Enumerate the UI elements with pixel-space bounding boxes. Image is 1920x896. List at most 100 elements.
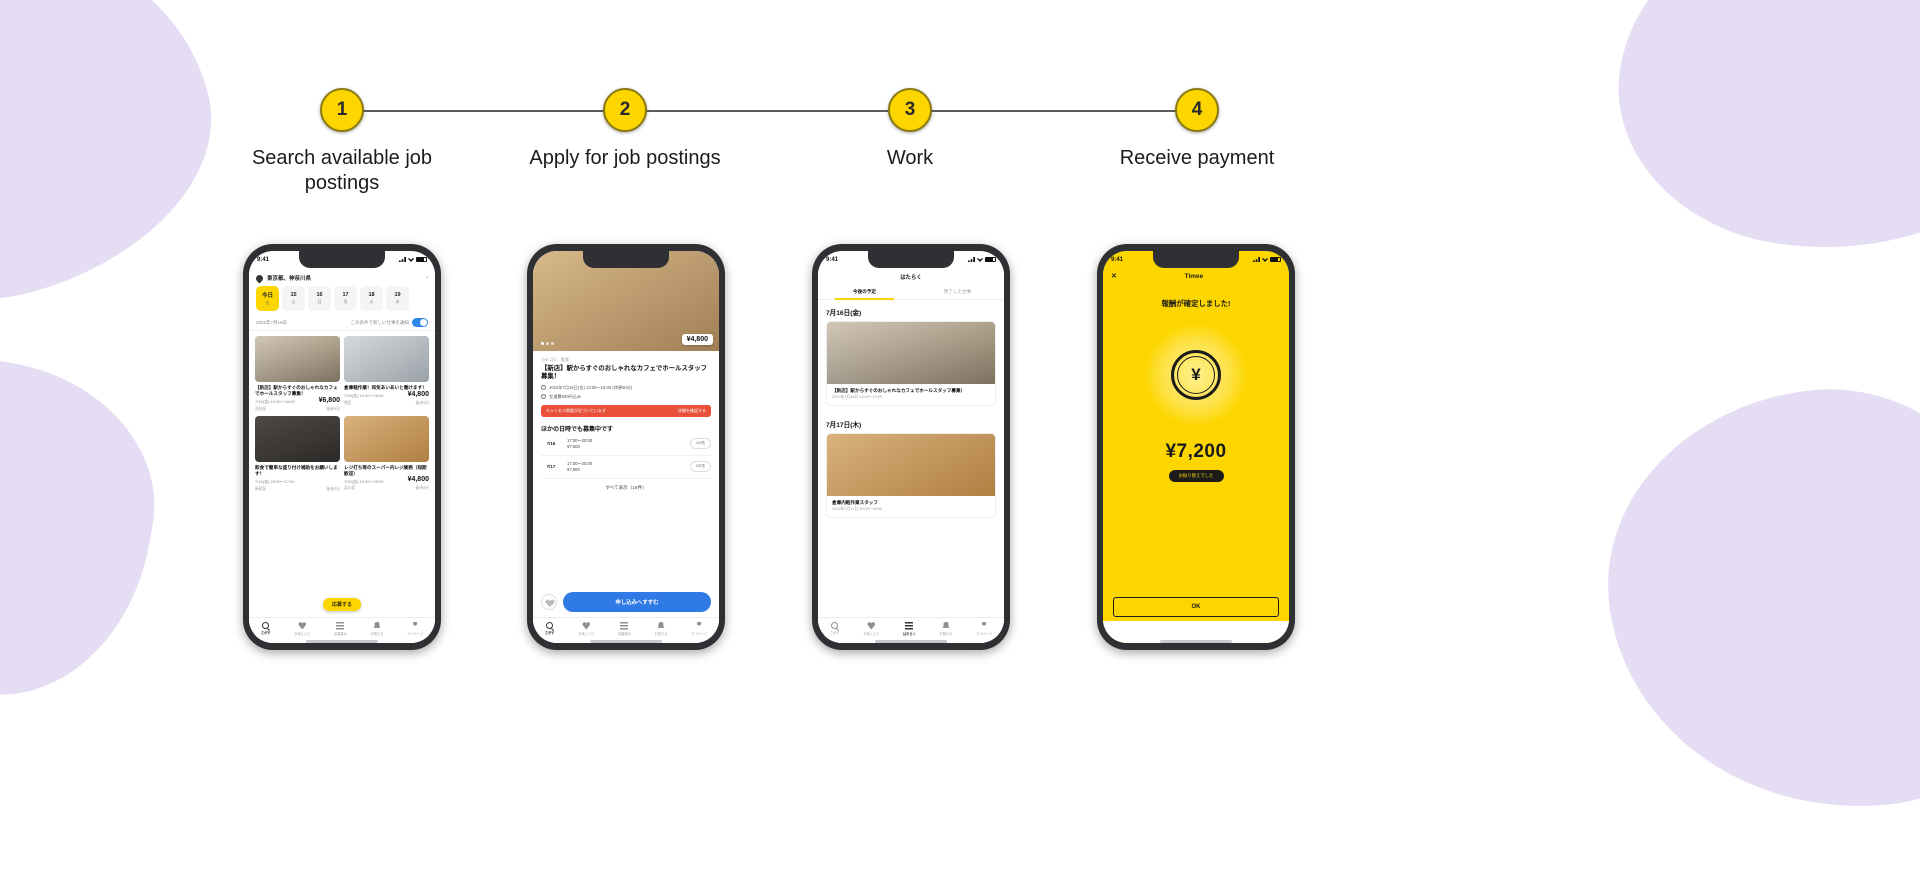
phone2-notch (583, 251, 669, 268)
schedule-card-title: 倉庫内軽作業スタッフ (832, 500, 878, 505)
favorite-button[interactable] (541, 594, 557, 610)
tab-search[interactable]: さがす (261, 622, 270, 635)
proceed-to-apply-button[interactable]: 申し込みへすすむ (563, 592, 711, 612)
location-search-bar[interactable]: 東京都、神奈川県 › (249, 268, 435, 286)
step-node-3[interactable]: 3 (888, 88, 932, 132)
date-chip[interactable]: 18 火 (360, 286, 383, 311)
job-place: 新宿区 (255, 487, 267, 491)
slot-time: 17:00〜20:00 ¥7,500 (567, 437, 593, 449)
phone3-screen: 9:41 はたらく 今後の予定 完了した仕事 7月16日(金) 【新店】駅からす… (818, 251, 1004, 643)
phone1-clock: 9:41 (257, 256, 270, 263)
tab-notifications[interactable]: お知らせ (371, 621, 383, 636)
phone4-clock: 9:41 (1111, 256, 1124, 263)
tab-mypage[interactable]: マイページ (407, 621, 423, 636)
date-chip[interactable]: 15 土 (282, 286, 305, 311)
schedule-card[interactable]: 【新店】駅からすぐのおしゃれなカフェでホールスタッフ募集！ 2022年7月16日… (826, 321, 996, 406)
job-thumbnail (344, 415, 429, 462)
schedule-card-meta: 2022年7月16日 13:00〜19:00 (832, 395, 883, 399)
tab-notifications[interactable]: お知らせ (940, 621, 952, 636)
job-place: 渋谷区 (255, 406, 267, 411)
yen-icon (541, 394, 546, 400)
tab-favorites[interactable]: お気に入り (294, 621, 310, 636)
decorative-blob-mid-left (0, 332, 177, 718)
slot-row[interactable]: 7/17 17:00〜20:00 ¥7,500 2/5名 (541, 456, 711, 479)
progress-stepper: 1 2 3 4 Search available job postings Ap… (252, 88, 1274, 194)
tab-upcoming[interactable]: 今後の予定 (818, 285, 911, 300)
date-chip-weekday: 金 (265, 300, 270, 305)
tab-mypage[interactable]: マイページ (691, 621, 707, 636)
job-detail-title: 【新店】駅からすぐのおしゃれなカフェでホールスタッフ募集！ (541, 365, 708, 381)
step-label-1: Search available job postings (251, 147, 433, 194)
date-chip-day: 今日 (261, 293, 273, 299)
phone2-screen: ¥4,800 カテゴリ：飲食 【新店】駅からすぐのおしゃれなカフェでホールスタッ… (533, 251, 719, 643)
schedule-card-image (827, 434, 995, 496)
notify-toggle-label: この条件で新しい仕事を通知 (350, 319, 410, 325)
search-icon (831, 622, 839, 629)
step-node-1[interactable]: 1 (320, 88, 364, 132)
yen-symbol: ¥ (1177, 356, 1215, 394)
list-icon (336, 621, 345, 630)
slot-capacity: 1/5名 (689, 438, 711, 450)
search-icon (546, 622, 554, 629)
tab-search[interactable]: さがす (545, 622, 554, 635)
schedule-header-title: はたらく (900, 275, 922, 281)
date-selector[interactable]: 今日 金 15 土 16 日 17 月 18 火 19 水 (249, 286, 435, 315)
job-card[interactable]: 【新店】駅からすぐのおしゃれなカフェでホールスタッフ募集！ 7/16(金) 10… (255, 336, 340, 412)
date-chip[interactable]: 16 日 (308, 286, 331, 311)
phone4-footer (1103, 621, 1289, 643)
job-thumbnail (255, 336, 340, 382)
bell-icon (373, 621, 381, 628)
job-title: レジ打ち等のスーパー内レジ業務（短期歓迎） (344, 464, 427, 476)
payment-confirmed-title: 報酬が確定しました! (1161, 299, 1231, 308)
date-chip[interactable]: 17 月 (334, 286, 357, 311)
tab-favorites[interactable]: お気に入り (863, 621, 879, 636)
tab-favorites[interactable]: お気に入り (578, 621, 594, 636)
phone-mockup-payment: 9:41 ✕ Timee 報酬が確定しました! ¥ ¥7,200 お振り替えでし… (1097, 244, 1295, 650)
date-chip[interactable]: 19 水 (386, 286, 409, 311)
job-detail-body: カテゴリ：飲食 【新店】駅からすぐのおしゃれなカフェでホールスタッフ募集！ 20… (533, 351, 719, 503)
yen-coin-icon: ¥ (1171, 350, 1221, 400)
job-card[interactable]: 倉庫軽作業！和気あいあいと働けます！ 7/16(金) 10:00〜18:00 ¥… (344, 336, 429, 412)
schedule-card-image (827, 322, 995, 384)
schedule-tabs: 今後の予定 完了した仕事 (818, 285, 1004, 300)
wifi-icon (408, 258, 414, 262)
tab-completed[interactable]: 完了した仕事 (911, 285, 1004, 299)
tab-search[interactable]: さがす (830, 622, 839, 635)
apply-button[interactable]: 応募する (322, 598, 362, 611)
app-brand-name: Timee (1184, 272, 1204, 280)
job-date-row: 2022年7月16日(金) 13:00〜19:00 (休憩60分) (541, 385, 711, 391)
chevron-right-icon: › (426, 275, 428, 281)
tab-applied[interactable]: 応募済み (334, 621, 347, 636)
decorative-blob-top-right (1599, 0, 1920, 279)
tab-work[interactable]: はたらく (903, 621, 916, 636)
schedule-card[interactable]: 倉庫内軽作業スタッフ 2022年7月17日 10:00〜16:00 (826, 433, 996, 518)
clock-icon (541, 385, 546, 391)
page-root: 1 2 3 4 Search available job postings Ap… (0, 0, 1920, 896)
battery-icon (416, 257, 427, 262)
payment-navbar: ✕ Timee (1103, 268, 1289, 284)
other-slots-title: ほかの日時でも募集中です (541, 426, 614, 433)
job-title: 飲食で簡単な盛り付け補助をお願いします！ (255, 464, 338, 476)
signal-icon (968, 257, 975, 262)
tab-applied[interactable]: 応募済み (618, 621, 631, 636)
step-node-4[interactable]: 4 (1175, 88, 1219, 132)
ok-button[interactable]: OK (1113, 597, 1279, 617)
cancel-deadline-alert[interactable]: キャンセル期限が近づいています 詳細を確認する (541, 404, 711, 417)
tab-mypage[interactable]: マイページ (976, 621, 992, 636)
decorative-blob-top-left (0, 0, 245, 332)
phone3-body: はたらく 今後の予定 完了した仕事 7月16日(金) 【新店】駅からすぐのおしゃ… (818, 268, 1004, 643)
user-icon (982, 621, 987, 626)
filter-date-text: 2022年7月16日 (256, 319, 288, 325)
slot-row[interactable]: 7/16 17:00〜20:00 ¥7,500 1/5名 (541, 433, 711, 456)
alert-text: キャンセル期限が近づいています (546, 407, 606, 413)
tab-notifications[interactable]: お知らせ (655, 621, 667, 636)
notify-toggle[interactable] (412, 318, 428, 327)
carousel-dots[interactable] (541, 342, 554, 345)
date-chip-today[interactable]: 今日 金 (256, 286, 279, 311)
job-card[interactable]: レジ打ち等のスーパー内レジ業務（短期歓迎） 7/16(金) 13:00〜19:0… (344, 415, 429, 493)
step-node-2[interactable]: 2 (603, 88, 647, 132)
show-all-slots-link[interactable]: すべて表示（16件） (541, 479, 711, 497)
job-card[interactable]: 飲食で簡単な盛り付け補助をお願いします！ 7/16(金) 09:00〜17:00… (255, 415, 340, 493)
slot-time: 17:00〜20:00 ¥7,500 (567, 460, 593, 472)
job-distance: 徒歩2分 (326, 487, 340, 491)
